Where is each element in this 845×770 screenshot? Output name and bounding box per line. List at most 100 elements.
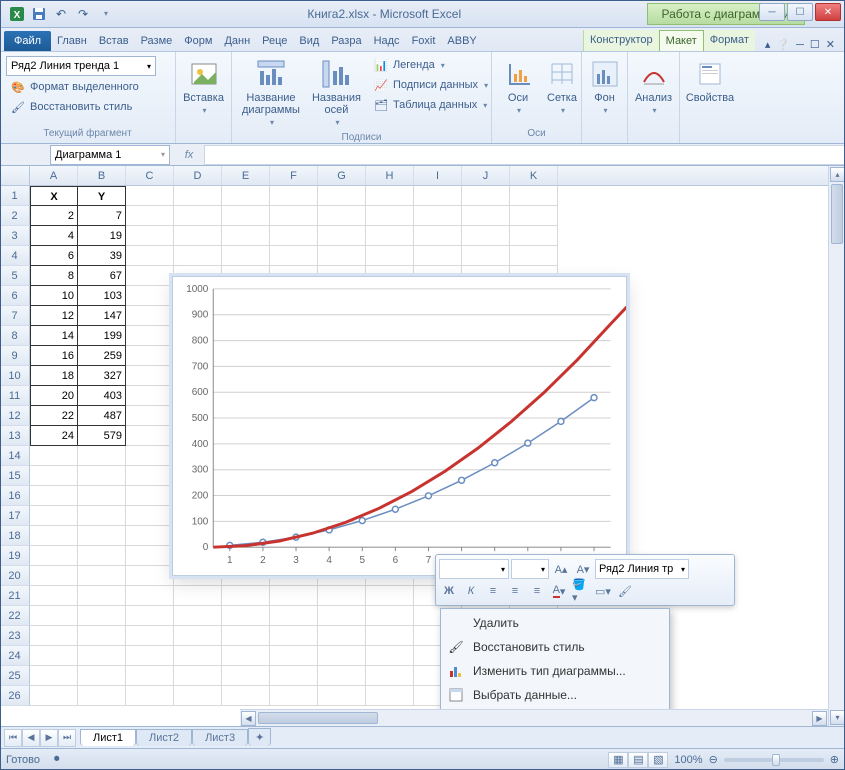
cell[interactable]: [126, 606, 174, 626]
cell[interactable]: [30, 686, 78, 706]
cell[interactable]: [222, 686, 270, 706]
cell[interactable]: [510, 226, 558, 246]
cell[interactable]: 67: [78, 266, 126, 286]
cell[interactable]: [126, 246, 174, 266]
ctx-reset-style[interactable]: 🖌Восстановить стиль: [443, 635, 667, 659]
cell[interactable]: [126, 446, 174, 466]
sheet-tab-1[interactable]: Лист1: [80, 729, 136, 746]
column-header[interactable]: C: [126, 166, 174, 185]
fill-color-icon[interactable]: 🪣▾: [571, 581, 591, 601]
sheet-nav-last[interactable]: ⏭: [58, 729, 76, 747]
fx-label[interactable]: fx: [174, 149, 204, 161]
cell[interactable]: [222, 606, 270, 626]
cell[interactable]: [30, 666, 78, 686]
cell[interactable]: 18: [30, 366, 78, 386]
sheet-nav-first[interactable]: ⏮: [4, 729, 22, 747]
cell[interactable]: [222, 206, 270, 226]
cell[interactable]: [30, 586, 78, 606]
cell[interactable]: [78, 686, 126, 706]
tab-formulas[interactable]: Форм: [178, 31, 218, 51]
cell[interactable]: [270, 686, 318, 706]
cell[interactable]: 579: [78, 426, 126, 446]
cell[interactable]: 487: [78, 406, 126, 426]
cell[interactable]: [318, 226, 366, 246]
cell[interactable]: 7: [78, 206, 126, 226]
cell[interactable]: [126, 646, 174, 666]
cell[interactable]: [30, 646, 78, 666]
cell[interactable]: [174, 246, 222, 266]
cell[interactable]: 103: [78, 286, 126, 306]
cell[interactable]: [414, 206, 462, 226]
minimize-ribbon-icon[interactable]: ▴: [765, 38, 771, 51]
cell[interactable]: 14: [30, 326, 78, 346]
vscroll-thumb[interactable]: [831, 184, 843, 244]
italic-icon[interactable]: К: [461, 581, 481, 601]
row-header[interactable]: 15: [0, 466, 30, 486]
tab-chart-layout[interactable]: Макет: [659, 30, 704, 51]
cell[interactable]: [318, 626, 366, 646]
cell[interactable]: [126, 486, 174, 506]
cell[interactable]: [366, 246, 414, 266]
cell[interactable]: 20: [30, 386, 78, 406]
cell[interactable]: [78, 566, 126, 586]
tab-abby[interactable]: ABBY: [441, 31, 482, 51]
cell[interactable]: 259: [78, 346, 126, 366]
zoom-slider[interactable]: [724, 758, 824, 762]
cell[interactable]: [222, 626, 270, 646]
align-center-icon[interactable]: ≡: [505, 581, 525, 601]
cell[interactable]: 147: [78, 306, 126, 326]
cell[interactable]: [462, 186, 510, 206]
tab-file[interactable]: Файл: [4, 31, 51, 51]
cell[interactable]: [126, 426, 174, 446]
row-header[interactable]: 10: [0, 366, 30, 386]
row-header[interactable]: 8: [0, 326, 30, 346]
cell[interactable]: [318, 586, 366, 606]
cell[interactable]: [174, 666, 222, 686]
cell[interactable]: [414, 226, 462, 246]
cell[interactable]: 16: [30, 346, 78, 366]
cell[interactable]: [318, 246, 366, 266]
tab-data[interactable]: Данн: [218, 31, 256, 51]
cell[interactable]: [222, 666, 270, 686]
insert-button[interactable]: Вставка: [182, 56, 225, 118]
cell[interactable]: [174, 206, 222, 226]
cell[interactable]: [78, 546, 126, 566]
cell[interactable]: [270, 666, 318, 686]
cell[interactable]: [222, 226, 270, 246]
cell[interactable]: [30, 486, 78, 506]
cell[interactable]: 403: [78, 386, 126, 406]
qat-customize-icon[interactable]: [96, 5, 114, 23]
name-box[interactable]: Диаграмма 1▾: [50, 145, 170, 165]
cell[interactable]: [270, 646, 318, 666]
chart-title-button[interactable]: Название диаграммы: [238, 56, 304, 130]
tab-review[interactable]: Реце: [256, 31, 293, 51]
minimize-button[interactable]: ─: [759, 3, 785, 21]
cell[interactable]: [78, 606, 126, 626]
font-combo[interactable]: ▾: [439, 559, 509, 579]
row-header[interactable]: 2: [0, 206, 30, 226]
row-header[interactable]: 19: [0, 546, 30, 566]
zoom-in-button[interactable]: ⊕: [830, 753, 839, 766]
cell[interactable]: [414, 186, 462, 206]
cell[interactable]: [414, 246, 462, 266]
undo-icon[interactable]: ↶: [52, 5, 70, 23]
cell[interactable]: [78, 466, 126, 486]
mdi-restore-icon[interactable]: ☐: [810, 38, 820, 51]
cell[interactable]: [78, 586, 126, 606]
scroll-left-icon[interactable]: ◀: [241, 711, 256, 726]
scroll-right-icon[interactable]: ▶: [812, 711, 827, 726]
sheet-tab-3[interactable]: Лист3: [192, 729, 248, 746]
cell[interactable]: [510, 186, 558, 206]
cell[interactable]: [30, 526, 78, 546]
cell[interactable]: [510, 206, 558, 226]
cell[interactable]: [126, 346, 174, 366]
tab-addins[interactable]: Надс: [368, 31, 406, 51]
cell[interactable]: [78, 446, 126, 466]
cell[interactable]: [126, 406, 174, 426]
axes-button[interactable]: Оси: [498, 56, 538, 118]
cell[interactable]: [366, 626, 414, 646]
ctx-delete[interactable]: Удалить: [443, 611, 667, 635]
cell[interactable]: [126, 566, 174, 586]
column-header[interactable]: D: [174, 166, 222, 185]
row-header[interactable]: 16: [0, 486, 30, 506]
